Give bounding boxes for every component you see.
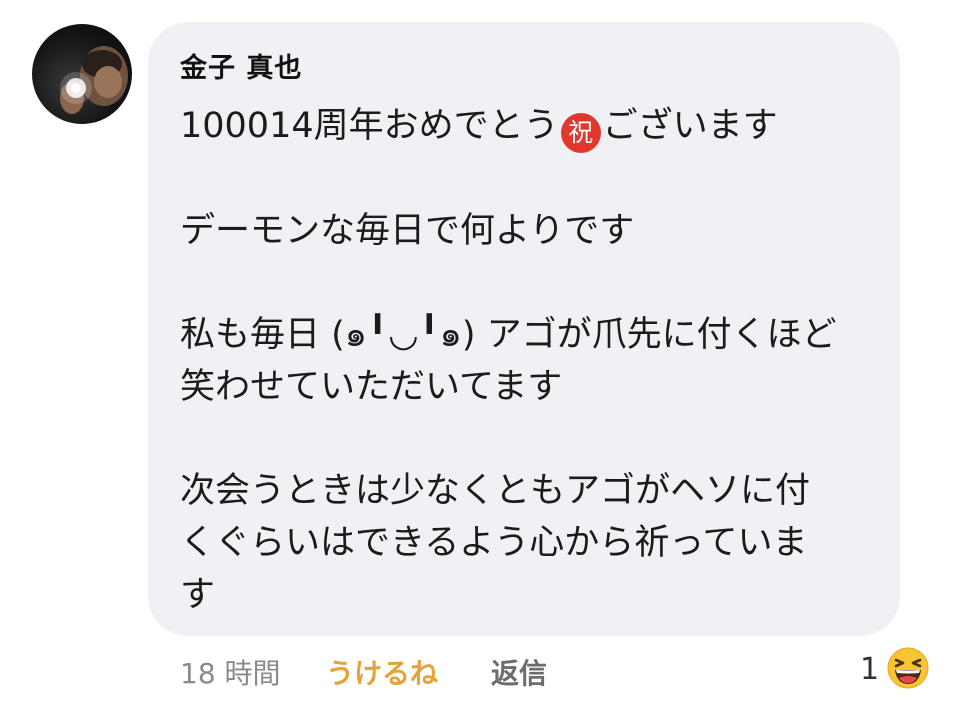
message-line: デーモンな毎日で何よりです: [180, 211, 635, 251]
comment-body: 100014周年おめでとう祝ございます デーモンな毎日で何よりです 私も毎日 (…: [180, 100, 870, 621]
message-line: 笑わせていただいてます: [180, 367, 563, 407]
comment-author[interactable]: 金子 真也: [180, 46, 302, 85]
congratulations-emoji-icon: 祝: [560, 113, 601, 153]
message-line: す: [180, 575, 216, 615]
like-button[interactable]: うけるね: [326, 652, 438, 692]
reply-button[interactable]: 返信: [491, 652, 547, 692]
message-line: 私も毎日 (๑╹◡╹๑) アゴが爪先に付くほど: [180, 315, 837, 355]
message-text: 100014周年おめでとう: [180, 106, 559, 146]
comment-screen: 金子 真也 100014周年おめでとう祝ございます デーモンな毎日で何よりです …: [0, 0, 960, 716]
avatar-photo: [60, 46, 128, 114]
message-line: くぐらいはできるよう心から祈っていま: [180, 523, 808, 563]
comment-actions: 18 時間 うけるね 返信 1: [0, 646, 960, 692]
reaction-count: 1: [860, 652, 880, 687]
avatar[interactable]: [32, 24, 132, 124]
message-text: ございます: [602, 106, 778, 146]
message-line: 100014周年おめでとう祝ございます: [180, 100, 870, 153]
comment-timestamp[interactable]: 18 時間: [180, 652, 281, 692]
laughing-face-icon: [887, 647, 929, 689]
message-line: 次会うときは少なくともアゴがヘソに付: [180, 471, 811, 511]
